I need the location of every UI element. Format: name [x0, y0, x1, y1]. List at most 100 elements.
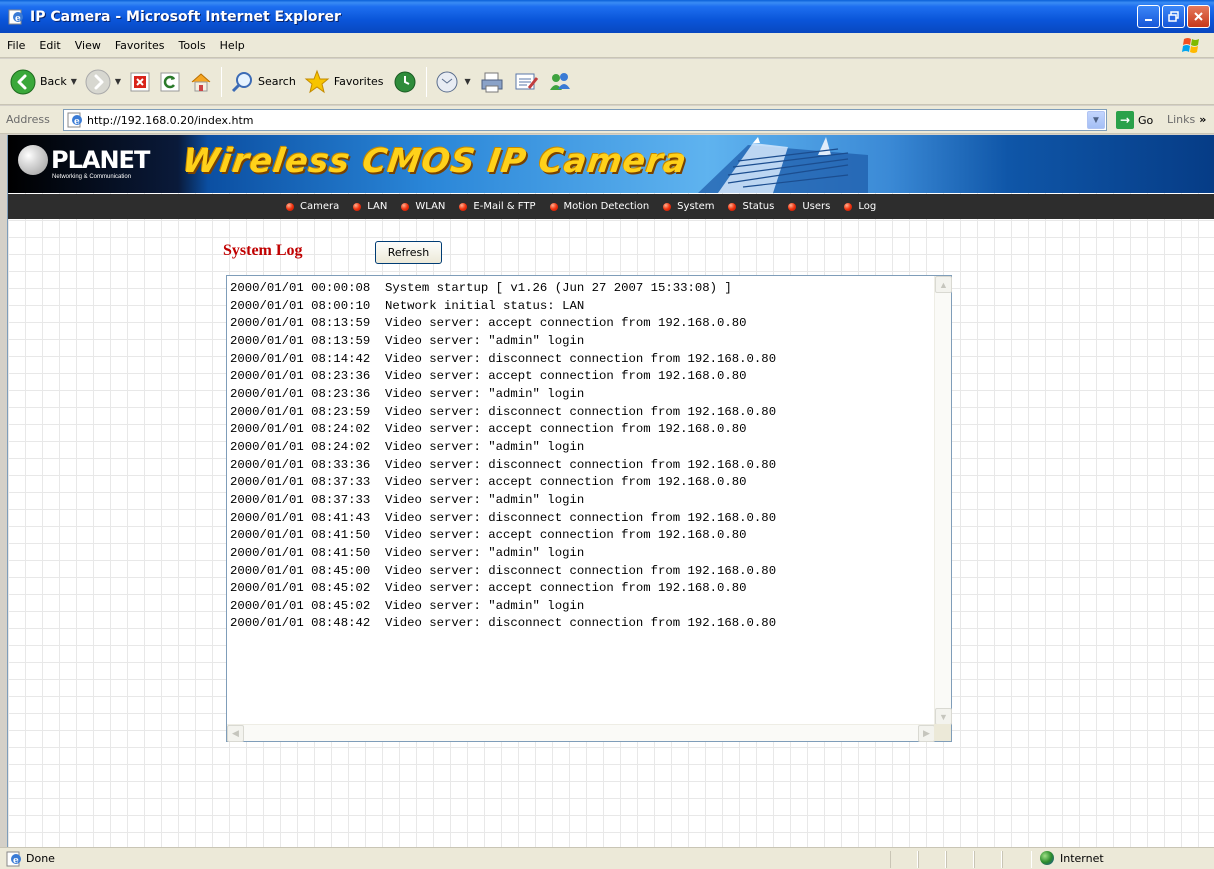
menu-bar: File Edit View Favorites Tools Help — [0, 33, 1214, 58]
refresh-icon — [160, 72, 180, 91]
log-line: 2000/01/01 08:23:36 Video server: "admin… — [230, 386, 585, 401]
search-button[interactable]: Search — [226, 64, 300, 100]
chevron-down-icon: ▼ — [1091, 114, 1101, 126]
stop-icon — [130, 72, 150, 91]
log-line: 2000/01/01 08:48:42 Video server: discon… — [230, 616, 777, 631]
go-button[interactable]: → Go — [1116, 111, 1153, 129]
menu-favorites[interactable]: Favorites — [108, 39, 172, 52]
mail-button[interactable]: ▼ — [431, 64, 475, 100]
ie-page-icon: e — [8, 9, 23, 24]
page-viewport: PLANET Networking & Communication Wirele… — [7, 135, 1214, 847]
status-bar: e Done Internet — [0, 847, 1214, 869]
scroll-up-button[interactable]: ▲ — [935, 276, 952, 293]
chevron-right-icon: ▶ — [923, 728, 930, 738]
log-line: 2000/01/01 08:13:59 Video server: accept… — [230, 316, 747, 331]
address-bar: Address e http://192.168.0.20/index.htm … — [0, 106, 1214, 134]
favorites-button[interactable]: Favorites — [300, 64, 388, 100]
back-dropdown-icon[interactable]: ▼ — [71, 77, 77, 86]
log-line: 2000/01/01 08:41:50 Video server: "admin… — [230, 545, 585, 560]
scroll-left-button[interactable]: ◀ — [227, 725, 244, 742]
refresh-page-button[interactable] — [155, 64, 185, 100]
bullet-icon — [353, 202, 362, 211]
minimize-button[interactable] — [1137, 5, 1160, 28]
nav-wlan[interactable]: WLAN — [401, 201, 445, 212]
log-line: 2000/01/01 08:13:59 Video server: "admin… — [230, 333, 585, 348]
menu-tools[interactable]: Tools — [172, 39, 213, 52]
log-line: 2000/01/01 08:45:02 Video server: "admin… — [230, 598, 585, 613]
log-line: 2000/01/01 08:23:59 Video server: discon… — [230, 404, 777, 419]
menu-view[interactable]: View — [68, 39, 108, 52]
nav-label: Users — [802, 201, 831, 212]
nav-email-ftp[interactable]: E-Mail & FTP — [459, 201, 536, 212]
ie-page-icon: e — [67, 112, 82, 128]
log-line: 2000/01/01 08:33:36 Video server: discon… — [230, 457, 777, 472]
vertical-scrollbar[interactable]: ▲ ▼ — [934, 276, 952, 725]
nav-motion-detection[interactable]: Motion Detection — [549, 201, 649, 212]
toolbar-separator — [221, 66, 223, 97]
mail-icon — [436, 71, 458, 92]
address-url: http://192.168.0.20/index.htm — [87, 113, 254, 127]
log-line: 2000/01/01 00:00:08 System startup [ v1.… — [230, 281, 732, 295]
system-log-textarea[interactable]: 2000/01/01 00:00:08 System startup [ v1.… — [226, 275, 952, 742]
bullet-icon — [663, 202, 672, 211]
back-button[interactable]: Back ▼ — [6, 64, 81, 100]
nav-lan[interactable]: LAN — [353, 201, 387, 212]
log-line: 2000/01/01 08:23:36 Video server: accept… — [230, 369, 747, 384]
svg-text:e: e — [15, 14, 21, 24]
bullet-icon — [549, 202, 558, 211]
restore-button[interactable] — [1162, 5, 1185, 28]
mail-dropdown-icon[interactable]: ▼ — [465, 77, 471, 86]
nav-status[interactable]: Status — [728, 201, 774, 212]
internet-globe-icon — [1040, 851, 1054, 865]
window-controls — [1137, 5, 1210, 28]
bullet-icon — [459, 202, 468, 211]
menu-help[interactable]: Help — [213, 39, 252, 52]
edit-button[interactable] — [509, 64, 543, 100]
address-input[interactable]: e http://192.168.0.20/index.htm ▼ — [63, 109, 1107, 131]
refresh-log-button[interactable]: Refresh — [375, 241, 442, 264]
log-line: 2000/01/01 08:45:02 Video server: accept… — [230, 581, 747, 596]
horizontal-scrollbar[interactable]: ◀ ▶ — [227, 724, 935, 742]
nav-log[interactable]: Log — [844, 201, 876, 212]
log-line: 2000/01/01 08:24:02 Video server: accept… — [230, 422, 747, 437]
nav-users[interactable]: Users — [788, 201, 830, 212]
bullet-icon — [286, 202, 294, 211]
log-line: 2000/01/01 08:37:33 Video server: "admin… — [230, 492, 585, 507]
standard-toolbar: Back ▼ ▼ Search Favorites ▼ — [0, 59, 1214, 105]
home-button[interactable] — [185, 64, 217, 100]
scrollbar-corner — [934, 724, 951, 741]
menu-file[interactable]: File — [0, 39, 32, 52]
stop-button[interactable] — [125, 64, 155, 100]
menu-edit[interactable]: Edit — [32, 39, 67, 52]
status-panel — [890, 851, 918, 868]
main-nav: Camera LAN WLAN E-Mail & FTP Motion Dete… — [8, 194, 1214, 219]
forward-button[interactable]: ▼ — [81, 64, 125, 100]
brand-subtitle: Networking & Communication — [52, 174, 132, 180]
svg-text:e: e — [74, 117, 80, 127]
minimize-icon — [1145, 19, 1152, 21]
nav-label: LAN — [367, 201, 388, 212]
scroll-right-button[interactable]: ▶ — [918, 725, 935, 742]
log-line: 2000/01/01 08:00:10 Network initial stat… — [230, 298, 585, 313]
history-button[interactable] — [388, 64, 422, 100]
print-button[interactable] — [475, 64, 509, 100]
title-bar[interactable]: e IP Camera - Microsoft Internet Explore… — [0, 0, 1214, 33]
planet-logo: PLANET Networking & Communication — [18, 145, 150, 180]
close-button[interactable] — [1187, 5, 1210, 28]
log-line: 2000/01/01 08:45:00 Video server: discon… — [230, 563, 777, 578]
address-dropdown-button[interactable]: ▼ — [1087, 111, 1105, 129]
links-button[interactable]: Links» — [1167, 113, 1206, 126]
security-zone: Internet — [1040, 851, 1104, 865]
toolbar-separator — [425, 66, 427, 97]
nav-camera[interactable]: Camera — [286, 201, 339, 212]
go-label: Go — [1138, 113, 1154, 127]
scroll-down-button[interactable]: ▼ — [935, 708, 952, 725]
messenger-button[interactable] — [543, 64, 577, 100]
forward-dropdown-icon[interactable]: ▼ — [115, 77, 121, 86]
close-icon — [1194, 12, 1203, 21]
nav-system[interactable]: System — [663, 201, 714, 212]
window-title: IP Camera - Microsoft Internet Explorer — [30, 8, 341, 25]
links-label: Links — [1167, 113, 1196, 126]
log-line: 2000/01/01 08:14:42 Video server: discon… — [230, 351, 777, 366]
page-title: System Log — [223, 242, 303, 259]
